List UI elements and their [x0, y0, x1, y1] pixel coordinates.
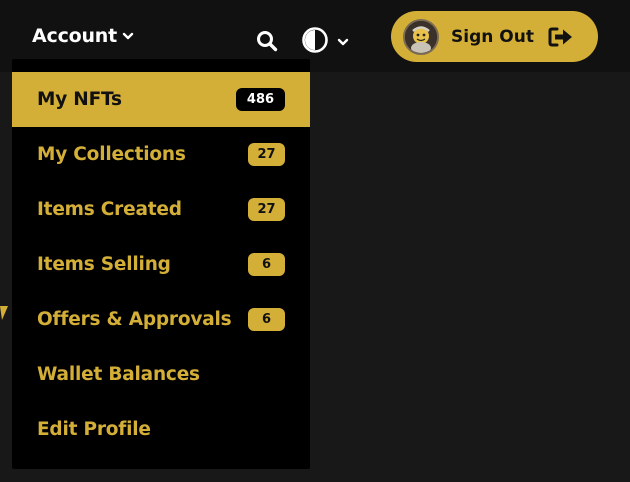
count-badge: 486	[236, 88, 285, 111]
count-badge: 27	[248, 143, 285, 166]
menu-item-label: Items Created	[37, 199, 182, 220]
menu-item-my-nfts[interactable]: My NFTs 486	[12, 72, 310, 127]
menu-item-label: Items Selling	[37, 254, 171, 275]
sign-out-button[interactable]: Sign Out	[391, 11, 598, 62]
menu-item-items-selling[interactable]: Items Selling 6	[12, 237, 310, 292]
sign-out-icon	[548, 26, 574, 48]
search-icon[interactable]	[255, 29, 279, 53]
menu-item-edit-profile[interactable]: Edit Profile	[12, 402, 310, 457]
menu-item-my-collections[interactable]: My Collections 27	[12, 127, 310, 182]
count-badge: 27	[248, 198, 285, 221]
count-badge: 6	[248, 308, 285, 331]
chevron-down-icon	[337, 36, 349, 48]
menu-item-label: Edit Profile	[37, 419, 151, 440]
partial-shape-edge	[0, 306, 8, 320]
theme-toggle[interactable]	[301, 26, 349, 58]
account-menu-toggle[interactable]: Account	[32, 22, 134, 50]
menu-item-items-created[interactable]: Items Created 27	[12, 182, 310, 237]
menu-item-wallet-balances[interactable]: Wallet Balances	[12, 347, 310, 402]
menu-item-label: My Collections	[37, 144, 186, 165]
menu-item-offers-approvals[interactable]: Offers & Approvals 6	[12, 292, 310, 347]
count-badge: 6	[248, 253, 285, 276]
account-label: Account	[32, 25, 118, 47]
menu-item-label: My NFTs	[37, 89, 122, 110]
menu-item-label: Offers & Approvals	[37, 309, 232, 330]
menu-item-label: Wallet Balances	[37, 364, 200, 385]
contrast-icon	[301, 26, 329, 58]
sign-out-label: Sign Out	[451, 26, 534, 47]
avatar	[403, 18, 439, 55]
chevron-down-icon	[122, 30, 134, 42]
account-dropdown-menu: My NFTs 486 My Collections 27 Items Crea…	[12, 59, 310, 469]
